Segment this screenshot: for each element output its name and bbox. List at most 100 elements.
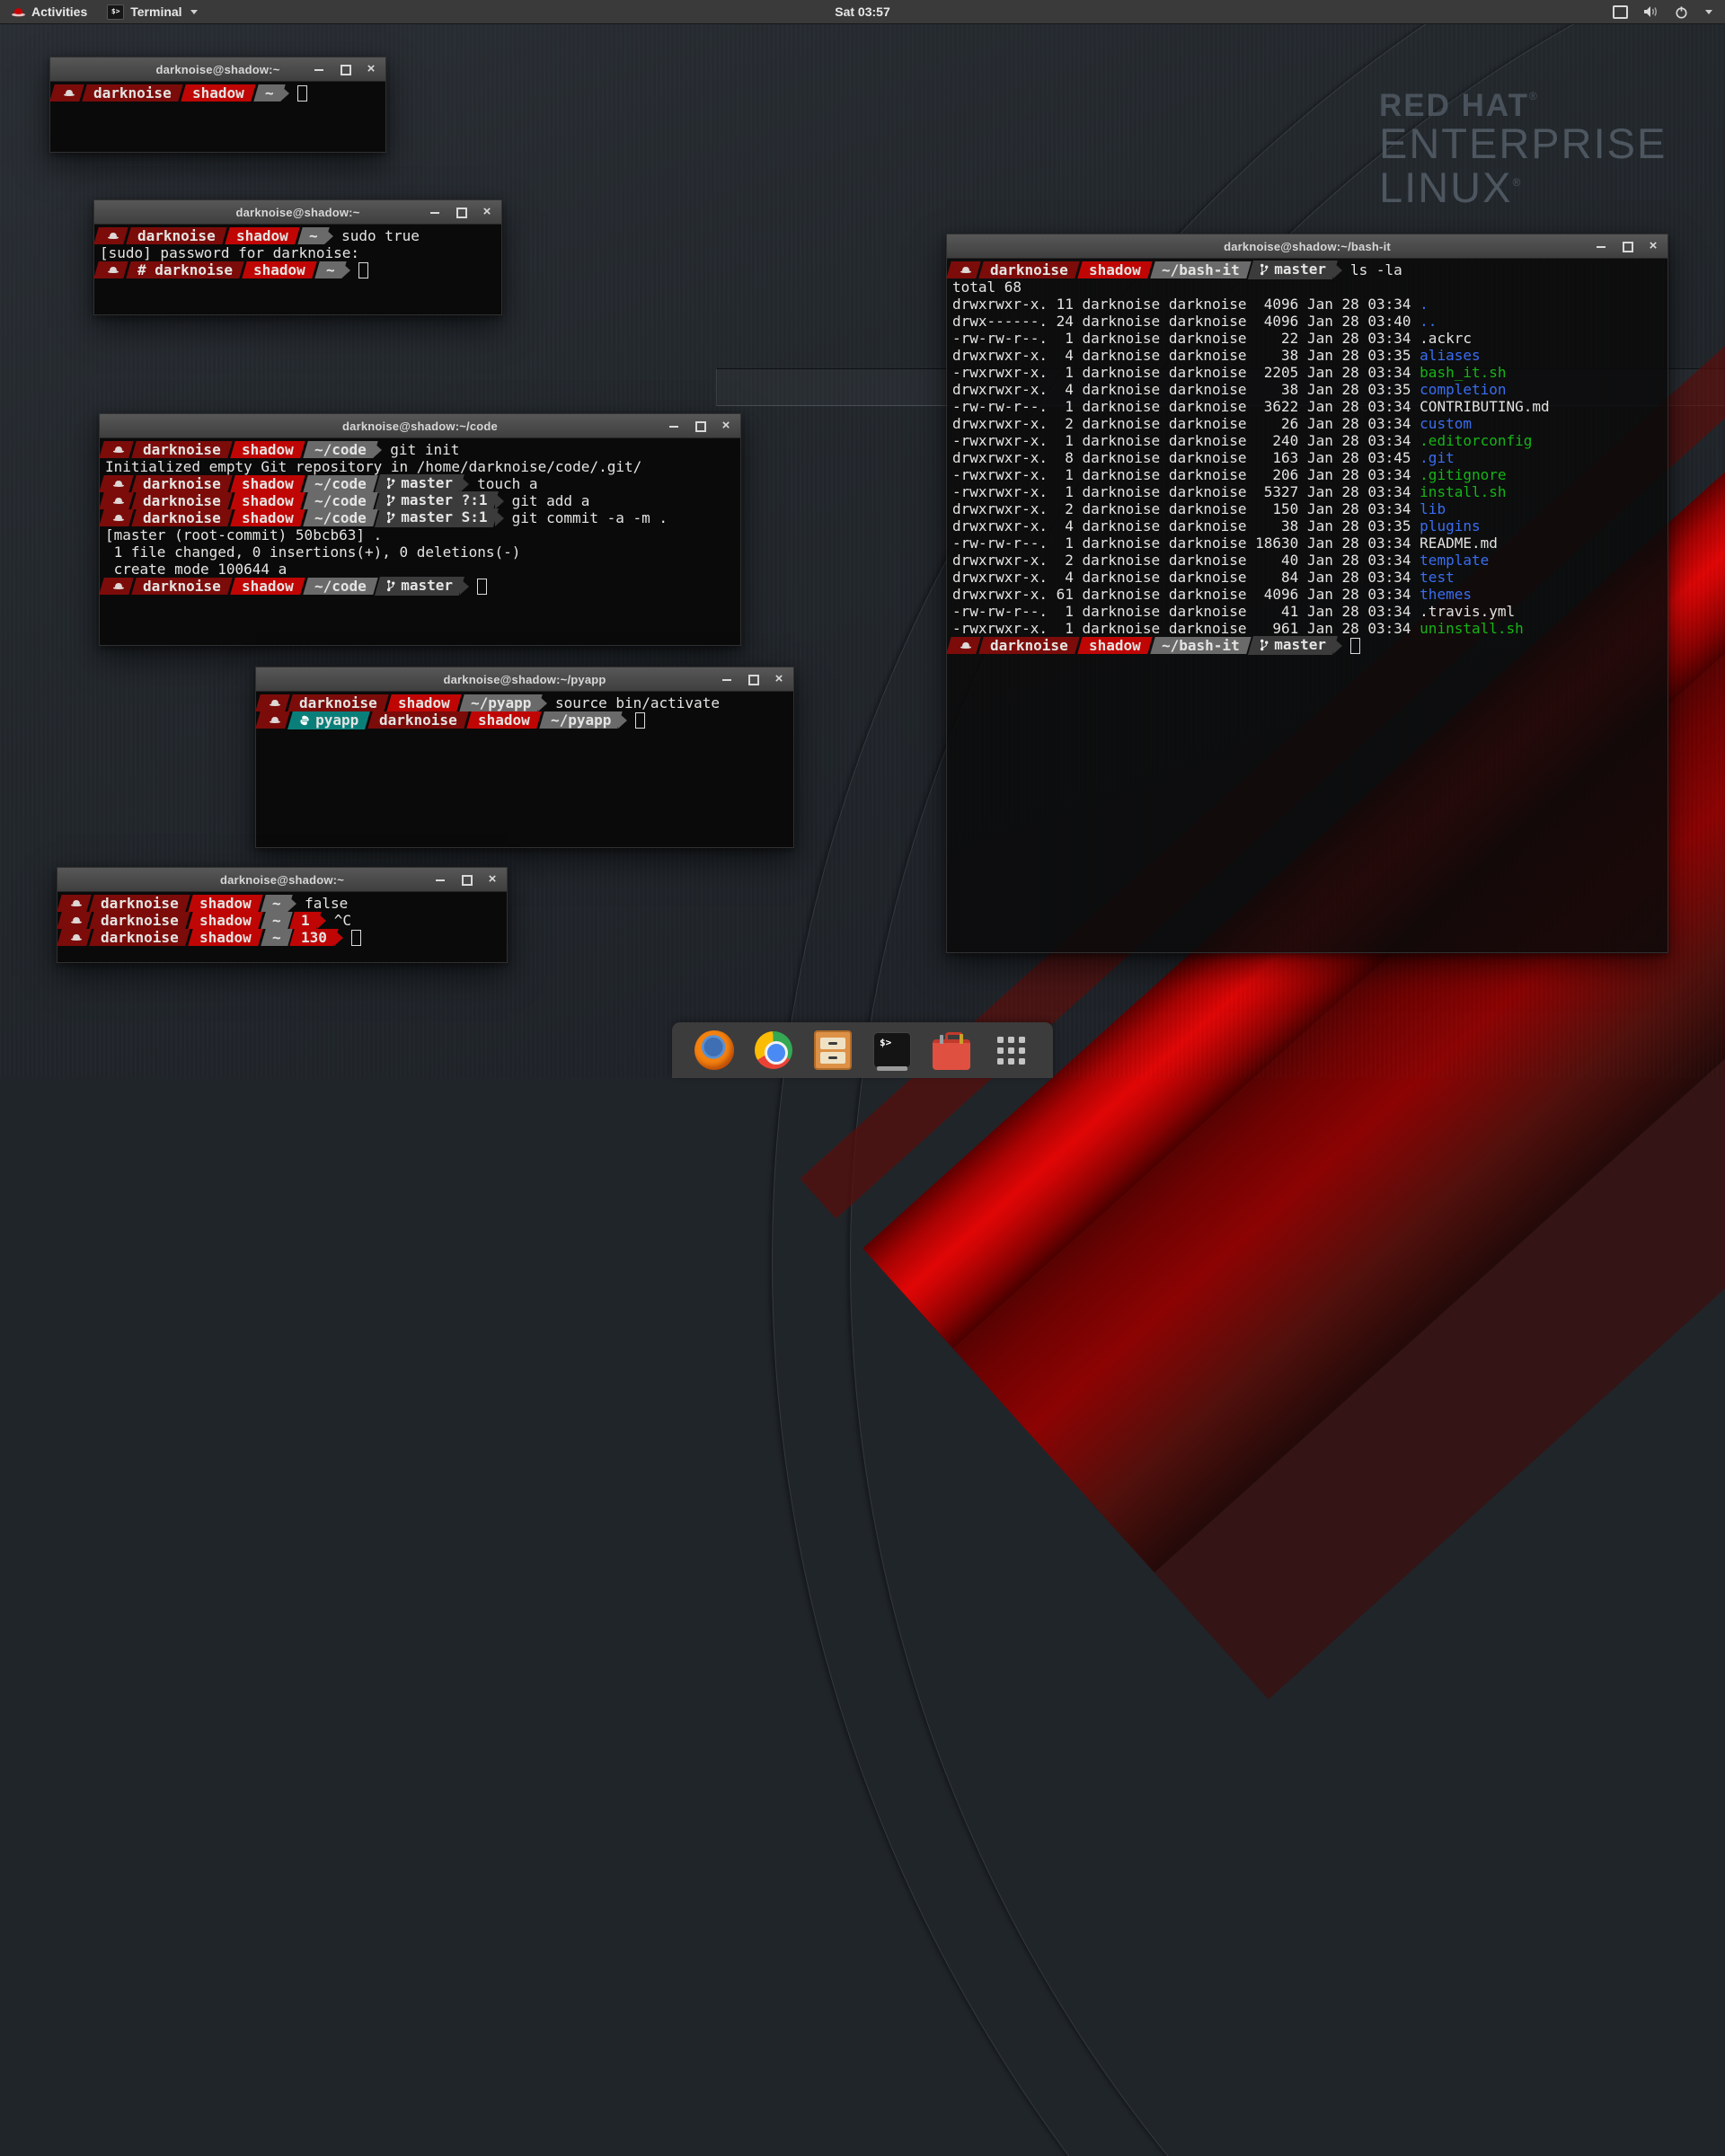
activities-label: Activities <box>31 4 87 19</box>
window-stack-icon[interactable] <box>1613 5 1628 19</box>
file-name: .ackrc <box>1420 330 1472 347</box>
chevron-down-icon[interactable] <box>1705 10 1712 14</box>
redhat-icon <box>70 932 83 942</box>
maximize-button[interactable] <box>694 420 705 431</box>
prompt-segment-hat <box>99 578 133 595</box>
prompt-segment-path: ~/code <box>303 509 377 526</box>
minimize-button[interactable] <box>435 874 446 885</box>
files-icon[interactable] <box>812 1029 854 1071</box>
maximize-button[interactable] <box>748 674 758 685</box>
minimize-button[interactable] <box>429 207 440 217</box>
terminal-screen[interactable]: darknoiseshadow~/pyappsource bin/activat… <box>256 692 793 731</box>
typed-command: sudo true <box>341 227 420 244</box>
close-button[interactable]: × <box>774 674 784 685</box>
window-title: darknoise@shadow:~/bash-it <box>947 240 1668 253</box>
terminal-cursor <box>635 712 645 729</box>
prompt-segment-user: darknoise <box>131 509 232 526</box>
prompt-segment-host: shadow <box>188 929 262 946</box>
maximize-button[interactable] <box>340 64 350 75</box>
prompt-segment-err: 1 <box>289 912 321 929</box>
file-name: template <box>1420 552 1489 569</box>
terminal-screen[interactable]: darknoiseshadow~sudo true[sudo] password… <box>94 225 501 281</box>
terminal-line: darknoiseshadow~/codemaster S:1git commi… <box>105 509 735 526</box>
terminal-window: darknoise@shadow:~ × darknoiseshadow~ <box>49 57 386 153</box>
chrome-icon[interactable] <box>753 1029 794 1071</box>
rhel-branding: RED HAT® ENTERPRISE LINUX® <box>1379 90 1667 210</box>
git-branch-icon <box>1260 639 1269 651</box>
file-name: CONTRIBUTING.md <box>1420 398 1550 415</box>
prompt-segment-hat <box>255 694 289 711</box>
maximize-button[interactable] <box>461 874 472 885</box>
terminal-screen[interactable]: darknoiseshadow~falsedarknoiseshadow~1^C… <box>58 892 507 949</box>
prompt-segment-path: ~ <box>261 912 292 929</box>
window-titlebar[interactable]: darknoise@shadow:~/bash-it × <box>947 234 1668 259</box>
power-icon[interactable] <box>1675 5 1688 19</box>
app-menu-label: Terminal <box>130 4 181 19</box>
terminal-line: drwxrwxr-x. 4 darknoise darknoise 38 Jan… <box>952 347 1662 364</box>
terminal-screen[interactable]: darknoiseshadow~/codegit initInitialized… <box>100 438 740 597</box>
window-titlebar[interactable]: darknoise@shadow:~ × <box>58 868 507 892</box>
git-branch-icon <box>387 579 396 592</box>
close-button[interactable]: × <box>487 874 498 885</box>
typed-command: ^C <box>334 912 351 929</box>
close-button[interactable]: × <box>721 420 731 431</box>
maximize-button[interactable] <box>1622 241 1632 252</box>
terminal-window: darknoise@shadow:~ × darknoiseshadow~fal… <box>57 867 508 963</box>
terminal-line: create mode 100644 a <box>105 561 735 578</box>
window-titlebar[interactable]: darknoise@shadow:~ × <box>94 200 501 225</box>
close-button[interactable]: × <box>1648 241 1659 252</box>
terminal-line: -rwxrwxr-x. 1 darknoise darknoise 2205 J… <box>952 364 1662 381</box>
terminal-line: darknoiseshadow~1^C <box>63 912 501 929</box>
terminal-line: -rwxrwxr-x. 1 darknoise darknoise 206 Ja… <box>952 466 1662 483</box>
toolbox-icon[interactable] <box>931 1029 972 1071</box>
volume-icon[interactable] <box>1643 5 1659 18</box>
file-name: completion <box>1420 381 1506 398</box>
terminal-line: -rw-rw-r--. 1 darknoise darknoise 41 Jan… <box>952 603 1662 620</box>
prompt-segment-hat <box>93 227 128 244</box>
prompt-segment-path: ~ <box>261 895 292 912</box>
terminal-line: drwxrwxr-x. 61 darknoise darknoise 4096 … <box>952 586 1662 603</box>
terminal-line: -rwxrwxr-x. 1 darknoise darknoise 5327 J… <box>952 483 1662 500</box>
prompt-segment-user: darknoise <box>89 929 190 946</box>
redhat-icon <box>70 915 83 925</box>
prompt-segment-user: darknoise <box>89 912 190 929</box>
maximize-button[interactable] <box>456 207 466 217</box>
app-grid-icon[interactable] <box>990 1029 1031 1071</box>
app-menu-terminal[interactable]: $> Terminal <box>98 0 206 23</box>
clock-label[interactable]: Sat 03:57 <box>835 4 889 19</box>
prompt-segment-venv: pyapp <box>288 711 370 729</box>
terminal-line: Initialized empty Git repository in /hom… <box>105 458 735 475</box>
prompt-segment-host: shadow <box>188 895 262 912</box>
top-bar: Activities $> Terminal Sat 03:57 <box>0 0 1725 24</box>
terminal-screen[interactable]: darknoiseshadow~ <box>50 82 385 104</box>
close-button[interactable]: × <box>482 207 492 217</box>
terminal-line: drwxrwxr-x. 11 darknoise darknoise 4096 … <box>952 296 1662 313</box>
redhat-icon <box>112 513 125 523</box>
clock-area: Sat 03:57 <box>0 4 1725 19</box>
prompt-segment-host: shadow <box>242 261 316 278</box>
minimize-button[interactable] <box>721 674 732 685</box>
minimize-button[interactable] <box>314 64 324 75</box>
terminal-line: [master (root-commit) 50bcb63] . <box>105 526 735 543</box>
window-titlebar[interactable]: darknoise@shadow:~/code × <box>100 414 740 438</box>
terminal-line: drwxrwxr-x. 2 darknoise darknoise 26 Jan… <box>952 415 1662 432</box>
prompt-segment-host: shadow <box>181 84 255 102</box>
dash-dock: $> <box>672 1022 1053 1078</box>
terminal-line: drwxrwxr-x. 2 darknoise darknoise 150 Ja… <box>952 500 1662 517</box>
window-titlebar[interactable]: darknoise@shadow:~ × <box>50 57 385 82</box>
terminal-screen[interactable]: darknoiseshadow~/bash-itmasterls -latota… <box>947 259 1668 657</box>
window-titlebar[interactable]: darknoise@shadow:~/pyapp × <box>256 667 793 692</box>
prompt-segment-host: shadow <box>230 475 305 492</box>
terminal-icon[interactable]: $> <box>871 1029 913 1071</box>
minimize-button[interactable] <box>668 420 679 431</box>
terminal-window: darknoise@shadow:~/code × darknoiseshado… <box>99 413 741 646</box>
prompt-segment-path: ~/code <box>303 475 377 492</box>
close-button[interactable]: × <box>366 64 376 75</box>
activities-button[interactable]: Activities <box>0 0 98 23</box>
redhat-icon <box>112 496 125 506</box>
firefox-icon[interactable] <box>694 1029 735 1071</box>
redhat-icon <box>112 479 125 489</box>
terminal-cursor <box>351 930 361 946</box>
minimize-button[interactable] <box>1596 241 1606 252</box>
brand-line-linux: LINUX® <box>1379 166 1667 210</box>
